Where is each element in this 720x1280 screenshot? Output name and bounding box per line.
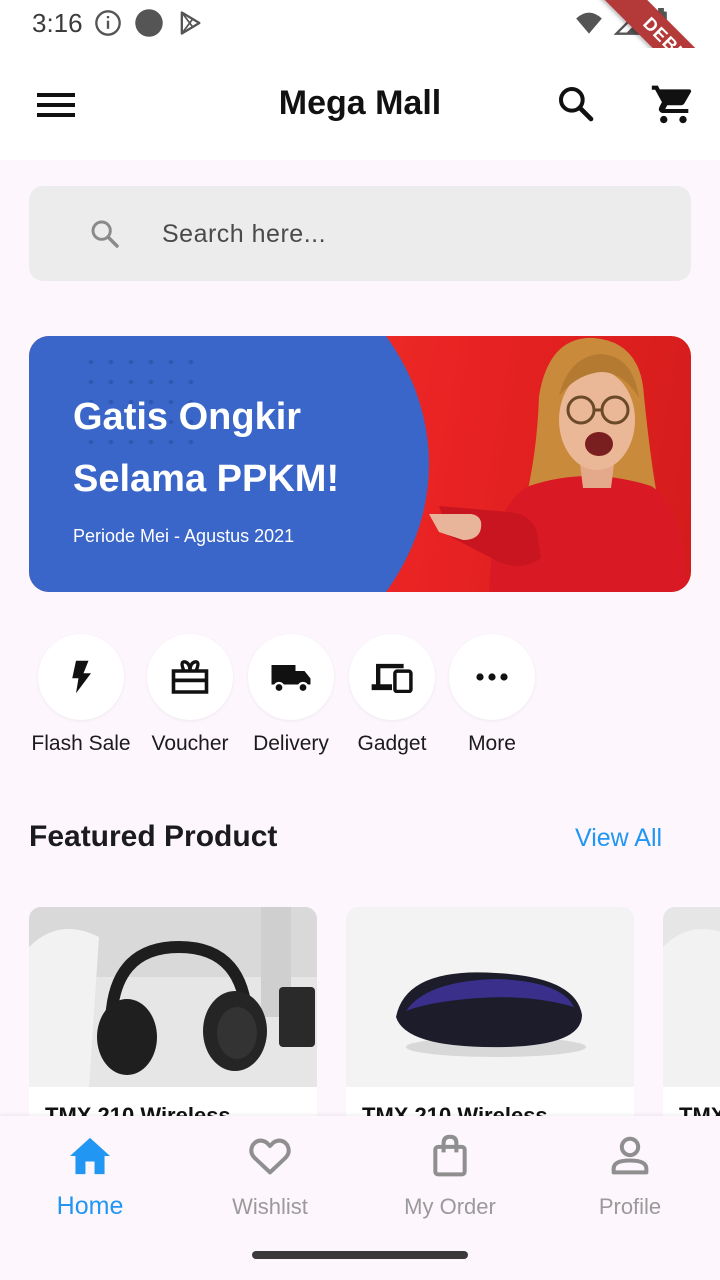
product-list: TMX 210 Wireless TMX 210 Wireless TMX — [0, 907, 720, 1117]
category-label: Flash Sale — [31, 732, 131, 755]
info-icon — [94, 9, 122, 42]
wifi-icon — [574, 8, 604, 41]
promo-banner[interactable]: Gatis Ongkir Selama PPKM! Periode Mei - … — [29, 336, 691, 592]
nav-item-my-order[interactable]: My Order — [360, 1134, 540, 1220]
search-icon — [91, 220, 119, 248]
status-bar: 3:16 DEBUG — [0, 0, 720, 123]
cart-icon — [651, 85, 692, 124]
voucher-icon — [171, 660, 209, 694]
category-more[interactable]: More — [437, 634, 547, 756]
product-card[interactable]: TMX — [663, 907, 720, 1117]
app-bar: Mega Mall — [0, 48, 720, 160]
more-icon — [476, 673, 508, 681]
cart-button[interactable] — [642, 78, 702, 130]
category-label: More — [468, 732, 516, 755]
record-icon — [134, 8, 164, 43]
search-icon — [559, 87, 594, 122]
devices-icon — [371, 663, 413, 693]
category-delivery[interactable]: Delivery — [236, 634, 346, 756]
view-all-link[interactable]: View All — [575, 824, 662, 853]
category-gadget[interactable]: Gadget — [337, 634, 447, 756]
page-title: Mega Mall — [278, 84, 442, 122]
product-card[interactable]: TMX 210 Wireless — [29, 907, 317, 1117]
product-card[interactable]: TMX 210 Wireless — [346, 907, 634, 1117]
product-name: TMX 210 Wireless — [362, 1103, 548, 1117]
product-image-mouse — [346, 907, 634, 1087]
section-title: Featured Product — [29, 820, 278, 853]
nav-label: Wishlist — [232, 1194, 308, 1219]
banner-title: Gatis Ongkir Selama PPKM! — [73, 396, 340, 500]
banner-person-image — [429, 337, 687, 592]
nav-item-profile[interactable]: Profile — [540, 1134, 720, 1220]
category-label: Voucher — [151, 732, 229, 755]
search-button[interactable] — [548, 78, 604, 130]
category-voucher[interactable]: Voucher — [135, 634, 245, 756]
home-icon — [70, 1137, 110, 1175]
heart-icon — [249, 1138, 291, 1175]
banner-subtitle: Periode Mei - Agustus 2021 — [73, 526, 295, 546]
product-image-headphones — [663, 907, 720, 1087]
category-label: Gadget — [357, 732, 427, 755]
category-label: Delivery — [253, 732, 329, 755]
shopping-bag-icon — [433, 1134, 467, 1177]
product-image-headphones — [29, 907, 317, 1087]
nav-label: My Order — [404, 1194, 496, 1219]
nav-item-home[interactable]: Home — [0, 1134, 180, 1221]
truck-icon — [271, 665, 311, 694]
flash-icon — [72, 660, 91, 694]
nav-label: Profile — [598, 1194, 662, 1219]
play-store-icon — [176, 9, 204, 42]
category-list: Flash Sale Voucher Delivery Gadget More — [0, 634, 720, 764]
product-name: TMX 210 Wireless — [45, 1103, 231, 1117]
person-icon — [611, 1136, 649, 1175]
search-input[interactable] — [162, 214, 662, 254]
nav-item-wishlist[interactable]: Wishlist — [180, 1134, 360, 1220]
nav-label: Home — [56, 1192, 124, 1220]
category-flash-sale[interactable]: Flash Sale — [26, 634, 136, 756]
status-time: 3:16 — [32, 8, 83, 38]
product-name: TMX — [679, 1103, 720, 1117]
search-bar[interactable] — [29, 186, 691, 281]
home-indicator[interactable] — [252, 1251, 468, 1259]
